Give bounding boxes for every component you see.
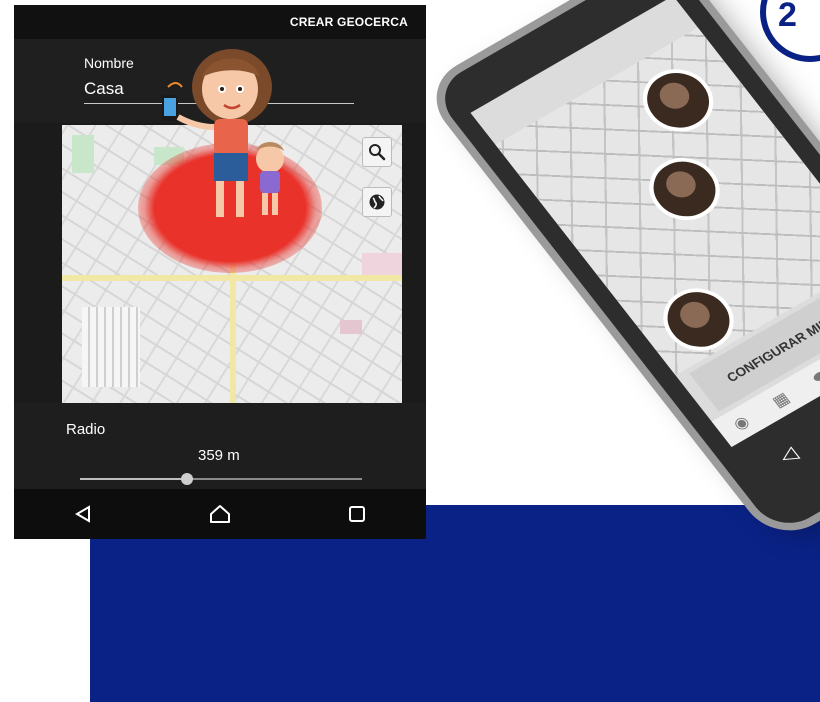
map-layers-button[interactable] — [362, 187, 392, 217]
geofence-screen: CREAR GEOCERCA Nombre Casa Radio 359 m — [14, 5, 426, 539]
shoe-icon[interactable]: ⬬ — [809, 367, 820, 388]
radius-slider-thumb[interactable] — [181, 473, 194, 485]
app-bar: CREAR GEOCERCA — [14, 5, 426, 40]
system-nav-bar — [14, 489, 426, 539]
radius-value: 359 m — [198, 447, 240, 464]
step-badge: 2 — [760, 0, 820, 62]
radius-label: Radio — [66, 421, 106, 438]
radius-panel: Radio 359 m — [14, 403, 426, 489]
radius-slider[interactable] — [80, 473, 362, 485]
map-park — [72, 135, 94, 173]
back-nav-icon[interactable]: ◁ — [774, 441, 803, 469]
step-badge-number: 2 — [778, 0, 797, 34]
triangle-back-icon — [74, 505, 90, 523]
radius-slider-fill — [80, 478, 188, 480]
member-avatar[interactable] — [635, 146, 734, 232]
back-button[interactable] — [63, 494, 103, 534]
calendar-icon[interactable]: ▦ — [768, 388, 794, 411]
map-area — [362, 253, 402, 275]
name-label: Nombre — [84, 55, 134, 71]
mother-child-illustration — [162, 49, 284, 217]
back-phone-screen: CONFIGURAR MIEMBRO ◉ ▦ ⬬ 👪 ⚑ — [470, 0, 820, 448]
member-avatar[interactable] — [629, 57, 728, 144]
square-recents-icon — [349, 506, 366, 522]
back-phone: CONFIGURAR MIEMBRO ◉ ▦ ⬬ 👪 ⚑ ◁ ⌂ □ — [430, 0, 820, 536]
home-icon — [209, 505, 230, 523]
home-button[interactable] — [200, 494, 240, 534]
create-geofence-button[interactable]: CREAR GEOCERCA — [290, 15, 408, 29]
map-search-button[interactable] — [362, 137, 392, 167]
map-block — [82, 307, 140, 387]
search-icon — [369, 144, 386, 161]
back-phone-map — [495, 27, 820, 376]
signal-icon[interactable]: ◉ — [729, 412, 754, 435]
map-area — [340, 320, 362, 334]
recents-button[interactable] — [337, 494, 377, 534]
globe-icon — [369, 194, 385, 210]
